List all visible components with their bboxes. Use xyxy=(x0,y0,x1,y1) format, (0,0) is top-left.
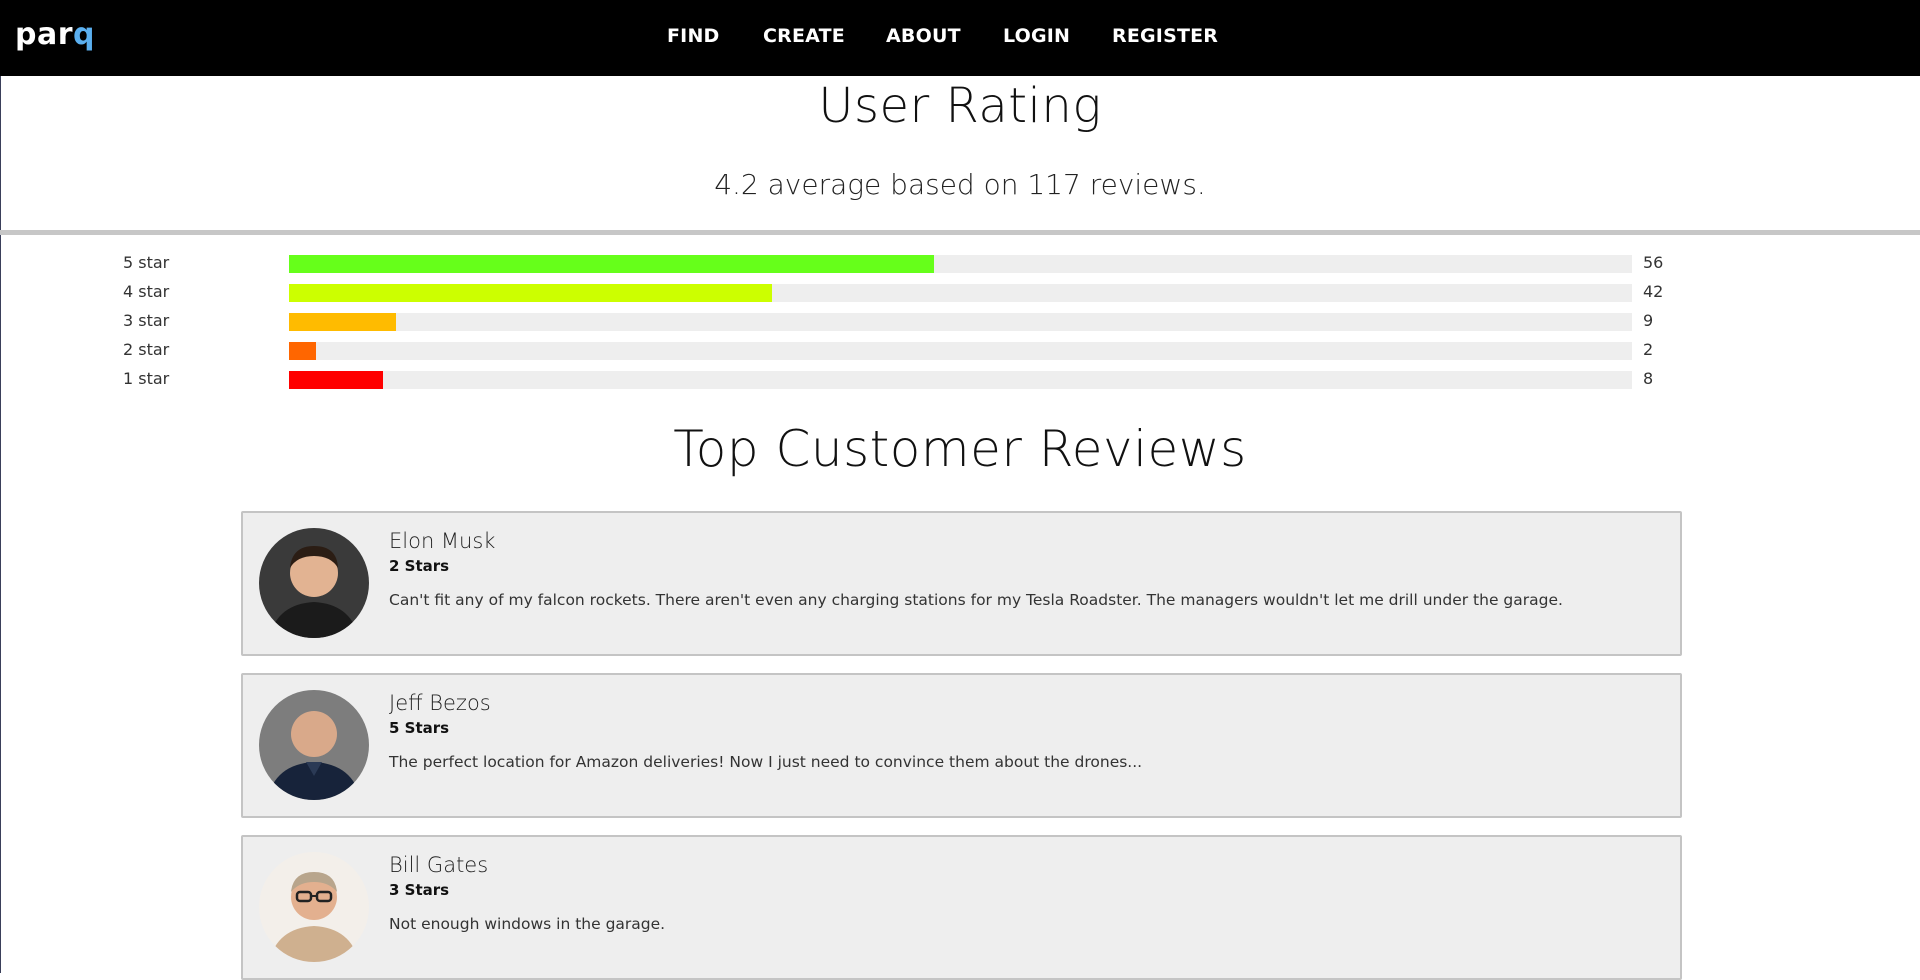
rating-bar-track xyxy=(289,342,1632,360)
review-author: Bill Gates xyxy=(389,853,489,877)
rating-row-label: 3 star xyxy=(123,311,170,330)
rating-bar-track xyxy=(289,255,1632,273)
window-edge xyxy=(0,0,1,973)
rating-title: User Rating xyxy=(818,78,1102,134)
rating-row-3: 3 star 9 xyxy=(0,311,1920,331)
rating-row-count: 56 xyxy=(1643,253,1664,272)
rating-bar-fill xyxy=(289,371,383,389)
rating-row-count: 2 xyxy=(1643,340,1654,359)
review-text: Can't fit any of my falcon rockets. Ther… xyxy=(389,591,1563,609)
navbar: parq FIND CREATE ABOUT LOGIN REGISTER xyxy=(0,0,1920,76)
person-avatar-icon xyxy=(259,690,369,800)
review-text: The perfect location for Amazon deliveri… xyxy=(389,753,1143,771)
rating-summary: 4.2 average based on 117 reviews. xyxy=(714,168,1206,201)
review-stars: 3 Stars xyxy=(389,881,450,899)
rating-row-count: 8 xyxy=(1643,369,1654,388)
rating-row-5: 5 star 56 xyxy=(0,253,1920,273)
nav-login[interactable]: LOGIN xyxy=(1003,25,1070,47)
rating-row-count: 9 xyxy=(1643,311,1654,330)
person-avatar-icon xyxy=(259,852,369,962)
rating-bar-track xyxy=(289,284,1632,302)
nav-register[interactable]: REGISTER xyxy=(1112,25,1218,47)
review-card: Elon Musk 2 Stars Can't fit any of my fa… xyxy=(241,511,1682,656)
divider xyxy=(0,230,1920,235)
rating-row-label: 5 star xyxy=(123,253,170,272)
rating-row-label: 2 star xyxy=(123,340,170,359)
rating-row-2: 2 star 2 xyxy=(0,340,1920,360)
nav-links: FIND CREATE ABOUT LOGIN REGISTER xyxy=(0,0,1920,76)
review-stars: 2 Stars xyxy=(389,557,450,575)
rating-bar-track xyxy=(289,371,1632,389)
review-author: Elon Musk xyxy=(389,529,496,553)
review-stars: 5 Stars xyxy=(389,719,450,737)
review-card: Bill Gates 3 Stars Not enough windows in… xyxy=(241,835,1682,980)
rating-row-4: 4 star 42 xyxy=(0,282,1920,302)
reviews-title: Top Customer Reviews xyxy=(673,420,1247,478)
rating-bar-fill xyxy=(289,313,397,331)
rating-bar-fill xyxy=(289,255,934,273)
nav-about[interactable]: ABOUT xyxy=(886,25,961,47)
rating-bar-track xyxy=(289,313,1632,331)
rating-row-label: 4 star xyxy=(123,282,170,301)
rating-row-count: 42 xyxy=(1643,282,1664,301)
rating-row-label: 1 star xyxy=(123,369,170,388)
review-card: Jeff Bezos 5 Stars The perfect location … xyxy=(241,673,1682,818)
nav-find[interactable]: FIND xyxy=(667,25,720,47)
nav-create[interactable]: CREATE xyxy=(763,25,845,47)
rating-bar-fill xyxy=(289,284,773,302)
review-author: Jeff Bezos xyxy=(389,691,491,715)
rating-bar-fill xyxy=(289,342,316,360)
person-avatar-icon xyxy=(259,528,369,638)
review-text: Not enough windows in the garage. xyxy=(389,915,666,933)
rating-row-1: 1 star 8 xyxy=(0,369,1920,389)
